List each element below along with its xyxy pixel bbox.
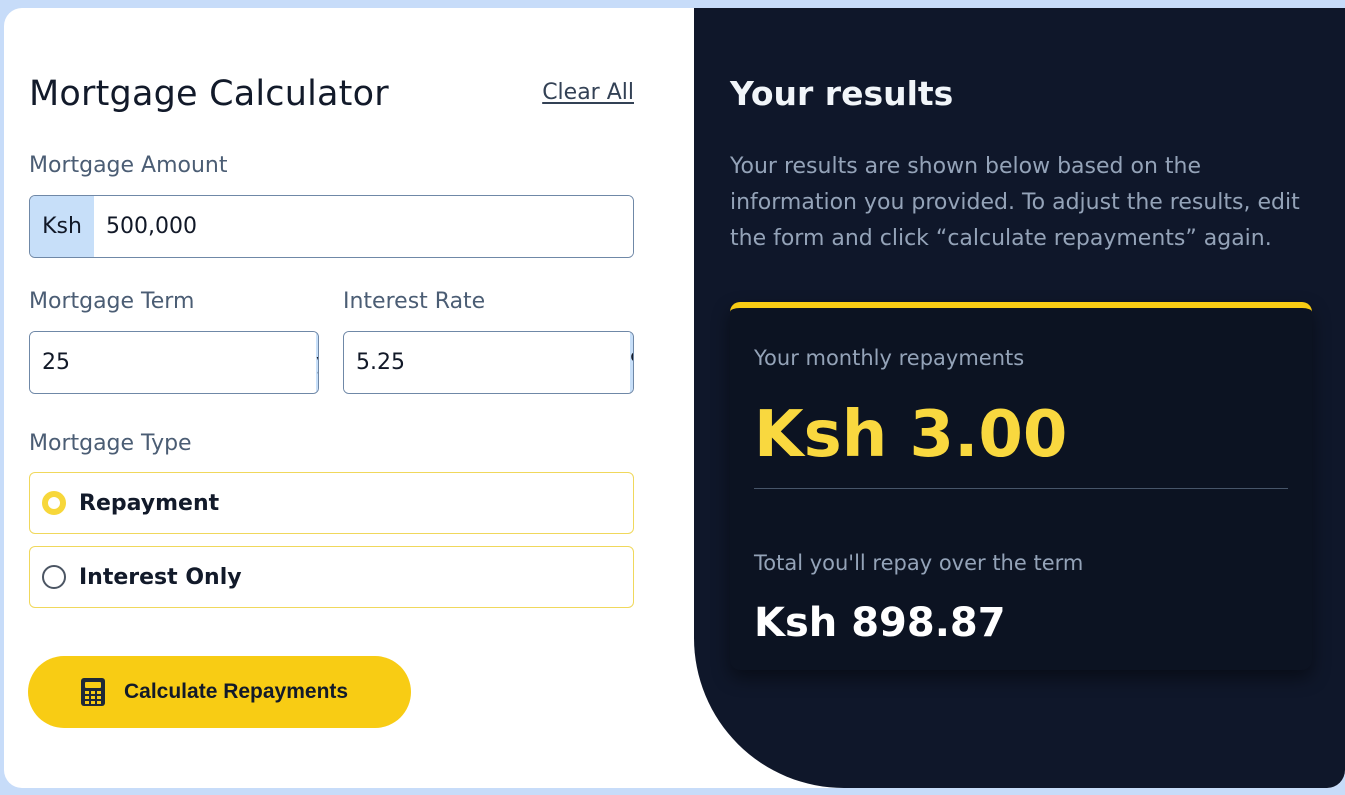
radio-repayment-label: Repayment	[79, 490, 220, 516]
radio-interest-only[interactable]: Interest Only	[29, 546, 634, 608]
mortgage-card: Mortgage Calculator Clear All Mortgage A…	[4, 8, 1345, 788]
calculator-icon	[81, 678, 105, 706]
percent-suffix: %	[630, 332, 633, 393]
currency-prefix: Ksh	[30, 196, 94, 257]
calculate-repayments-button[interactable]: Calculate Repayments	[28, 656, 411, 728]
form-header: Mortgage Calculator Clear All	[29, 74, 634, 118]
mortgage-amount-field[interactable]: Ksh	[29, 195, 634, 258]
clear-all-button[interactable]: Clear All	[542, 80, 634, 105]
results-description: Your results are shown below based on th…	[730, 154, 1300, 251]
total-repay-value: Ksh 898.87	[754, 600, 1006, 646]
monthly-repayments-value: Ksh 3.00	[754, 398, 1068, 472]
mortgage-term-input[interactable]	[30, 332, 316, 393]
interest-rate-input[interactable]	[344, 332, 630, 393]
mortgage-amount-label: Mortgage Amount	[29, 153, 228, 178]
calculate-button-label: Calculate Repayments	[124, 680, 349, 703]
results-title: Your results	[730, 74, 954, 113]
mortgage-term-field[interactable]: years	[29, 331, 319, 394]
mortgage-amount-input[interactable]	[94, 196, 633, 257]
radio-repayment[interactable]: Repayment	[29, 472, 634, 534]
results-divider	[754, 488, 1288, 489]
term-suffix: years	[316, 332, 318, 393]
radio-selected-icon[interactable]	[42, 491, 66, 515]
page-title: Mortgage Calculator	[29, 74, 389, 114]
radio-unselected-icon[interactable]	[42, 565, 66, 589]
interest-rate-label: Interest Rate	[343, 289, 486, 314]
results-card: Your monthly repayments Ksh 3.00 Total y…	[730, 302, 1312, 670]
radio-interest-only-label: Interest Only	[79, 564, 242, 590]
results-panel: Your results Your results are shown belo…	[694, 8, 1345, 788]
monthly-repayments-label: Your monthly repayments	[754, 346, 1025, 370]
calculator-form: Mortgage Calculator Clear All Mortgage A…	[4, 8, 694, 788]
mortgage-type-label: Mortgage Type	[29, 431, 192, 456]
interest-rate-field[interactable]: %	[343, 331, 634, 394]
mortgage-term-label: Mortgage Term	[29, 289, 195, 314]
total-repay-label: Total you'll repay over the term	[754, 551, 1084, 575]
